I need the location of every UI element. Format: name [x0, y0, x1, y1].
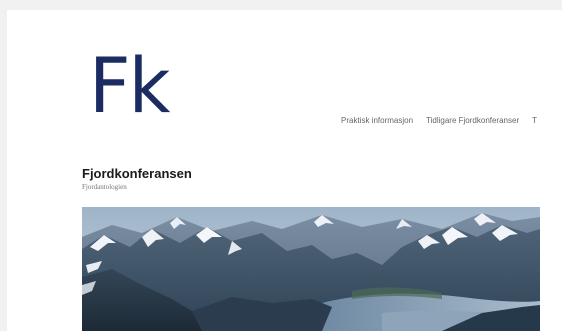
header-image-fjord-mountains — [82, 207, 540, 331]
page: Fk Praktisk informasjon Tidligare Fjordk… — [7, 10, 562, 331]
nav-item-truncated[interactable]: T — [532, 116, 537, 125]
nav-item-tidligare-fjordkonferanser[interactable]: Tidligare Fjordkonferanser — [426, 116, 519, 125]
nav-item-praktisk-informasjon[interactable]: Praktisk informasjon — [341, 116, 413, 125]
site-title[interactable]: Fjordkonferansen — [82, 166, 192, 181]
site-tagline: Fjordantologien — [82, 183, 127, 191]
site-logo[interactable]: Fk — [89, 48, 170, 124]
main-navigation: Praktisk informasjon Tidligare Fjordkonf… — [341, 116, 550, 125]
